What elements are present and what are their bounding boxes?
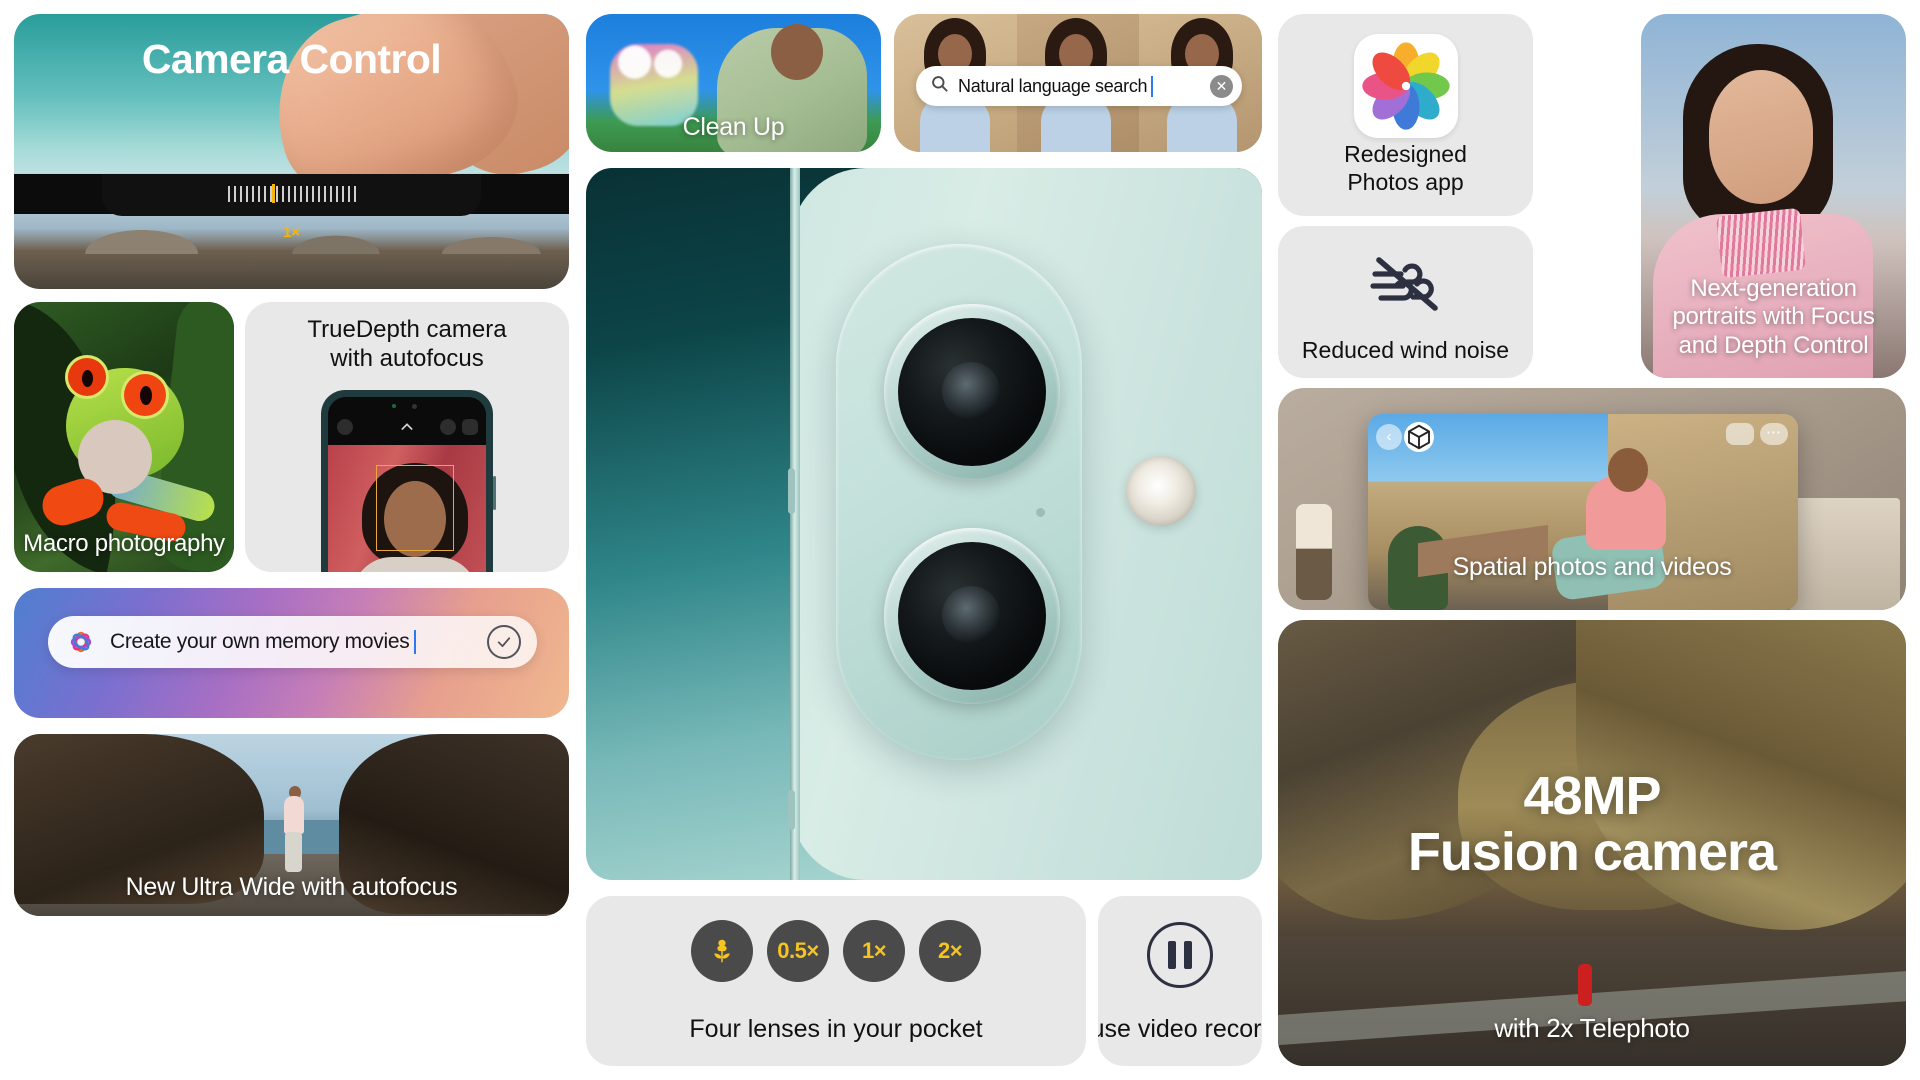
card-natural-language-search[interactable]: Natural language search ✕ <box>894 14 1262 152</box>
caption-line-1: Next-generation <box>1690 275 1857 303</box>
status-indicator-green <box>392 404 396 408</box>
card-spatial-photos[interactable]: ‹ ⋯ Spatial photos and videos <box>1278 388 1906 610</box>
caption-pause-recording: Pause video recording <box>1098 1015 1262 1043</box>
card-title-camera-control: Camera Control <box>141 36 442 82</box>
chevron-up-icon[interactable] <box>399 419 415 435</box>
crop-icon[interactable] <box>1726 423 1754 445</box>
zoom-level-label: 1× <box>282 224 301 241</box>
text-caret <box>414 630 417 654</box>
card-photos-app[interactable]: Redesigned Photos app <box>1278 14 1533 216</box>
search-icon <box>930 74 949 99</box>
person-shirt <box>352 557 478 572</box>
camera-control-button <box>788 790 795 830</box>
lens-button-0.5x[interactable]: 0.5× <box>767 920 829 982</box>
card-wind-noise[interactable]: Reduced wind noise <box>1278 226 1533 378</box>
caption-macro: Macro photography <box>23 529 225 557</box>
caption-clean-up: Clean Up <box>682 112 785 141</box>
phone-side-button <box>493 476 496 510</box>
front-camera-dot <box>412 404 417 409</box>
card-truedepth[interactable]: TrueDepth camera with autofocus <box>245 302 569 572</box>
lens-button-row: 0.5× 1× 2× <box>586 920 1086 982</box>
iphone-back-panel <box>788 168 1262 880</box>
face-focus-box <box>376 465 454 551</box>
microphone-hole <box>1036 508 1045 517</box>
person-legs <box>285 832 302 872</box>
caption-line-2: Photos app <box>1347 168 1464 195</box>
feature-grid: 1× Camera Control Clean Up Natural langu… <box>0 0 1920 1080</box>
title-line-2: with autofocus <box>330 344 484 372</box>
lens-button-1x[interactable]: 1× <box>843 920 905 982</box>
wind-slash-icon <box>1361 250 1451 316</box>
volume-button <box>788 468 795 514</box>
title-fusion-camera: 48MP Fusion camera <box>1278 768 1906 880</box>
clear-circle-icon[interactable]: ✕ <box>1210 74 1233 98</box>
zoom-slider[interactable] <box>227 186 356 202</box>
caption-ultra-wide: New Ultra Wide with autofocus <box>125 872 458 901</box>
apple-intelligence-icon <box>66 627 96 657</box>
search-bar[interactable]: Natural language search ✕ <box>916 66 1242 106</box>
more-dots-icon[interactable]: ⋯ <box>1760 423 1788 445</box>
frog-pupil-right <box>140 386 152 405</box>
caption-spatial: Spatial photos and videos <box>1452 552 1732 581</box>
lens-reflection-ultrawide <box>942 586 1000 644</box>
phone-screen <box>328 397 486 572</box>
person-head <box>1608 448 1648 492</box>
pause-bar-right <box>1184 941 1192 969</box>
text-caret <box>1151 75 1154 97</box>
shirt-collar <box>1715 207 1807 279</box>
person-in-red <box>1578 964 1592 1006</box>
card-four-lenses[interactable]: 0.5× 1× 2× Four lenses in your pocket <box>586 896 1086 1066</box>
card-macro-photography[interactable]: Macro photography <box>14 302 234 572</box>
caption-photos-app: Redesigned Photos app <box>1278 140 1533 196</box>
caption-portraits: Next-generation portraits with Focus and… <box>1641 275 1906 360</box>
chevron-left-icon[interactable]: ‹ <box>1376 424 1402 450</box>
memory-movie-input-bar[interactable]: Create your own memory movies <box>48 616 537 668</box>
person-top <box>284 796 304 834</box>
live-photo-icon[interactable] <box>462 419 478 435</box>
title-truedepth: TrueDepth camera with autofocus <box>245 316 569 374</box>
caption-line-1: Redesigned <box>1344 140 1467 167</box>
card-clean-up[interactable]: Clean Up <box>586 14 881 152</box>
card-ultra-wide[interactable]: New Ultra Wide with autofocus <box>14 734 569 916</box>
phone-mockup <box>321 390 496 572</box>
iphone-side-rail <box>790 168 800 880</box>
pause-bar-left <box>1168 941 1176 969</box>
person-head <box>771 24 823 80</box>
camera-effects-icon[interactable] <box>440 419 456 435</box>
photos-app-icon <box>1353 34 1458 138</box>
camera-flash-icon <box>1126 456 1196 526</box>
caption-line-3: and Depth Control <box>1678 331 1869 359</box>
lens-button-macro[interactable] <box>691 920 753 982</box>
camera-toolbar <box>328 397 486 445</box>
card-iphone-hero[interactable] <box>586 168 1262 880</box>
search-input[interactable]: Natural language search <box>958 76 1148 97</box>
person-face <box>1709 70 1813 204</box>
lens-button-2x[interactable]: 2× <box>919 920 981 982</box>
title-line-2: Fusion camera <box>1407 822 1777 883</box>
card-pause-recording[interactable]: Pause video recording <box>1098 896 1262 1066</box>
title-line-1: 48MP <box>1523 766 1661 826</box>
check-circle-icon[interactable] <box>487 625 521 659</box>
card-portraits[interactable]: Next-generation portraits with Focus and… <box>1641 14 1906 378</box>
caption-four-lenses: Four lenses in your pocket <box>689 1015 983 1043</box>
spatial-cube-icon[interactable] <box>1404 422 1434 452</box>
subtitle-telephoto: with 2x Telephoto <box>1494 1013 1690 1044</box>
frog-pupil-left <box>82 370 93 387</box>
flash-icon[interactable] <box>337 419 353 435</box>
card-camera-control[interactable]: 1× Camera Control <box>14 14 569 289</box>
caption-line-2: portraits with Focus <box>1672 303 1875 331</box>
pause-circle-icon[interactable] <box>1147 922 1213 988</box>
card-memory-movies[interactable]: Create your own memory movies <box>14 588 569 718</box>
lens-reflection-wide <box>942 362 1000 420</box>
zoom-slider-thumb[interactable] <box>271 184 275 203</box>
card-fusion-camera[interactable]: 48MP Fusion camera with 2x Telephoto <box>1278 620 1906 1066</box>
caption-wind-noise: Reduced wind noise <box>1301 337 1510 363</box>
title-line-1: TrueDepth camera <box>307 316 507 343</box>
camera-viewfinder <box>328 445 486 572</box>
memory-movie-input[interactable]: Create your own memory movies <box>110 630 410 654</box>
